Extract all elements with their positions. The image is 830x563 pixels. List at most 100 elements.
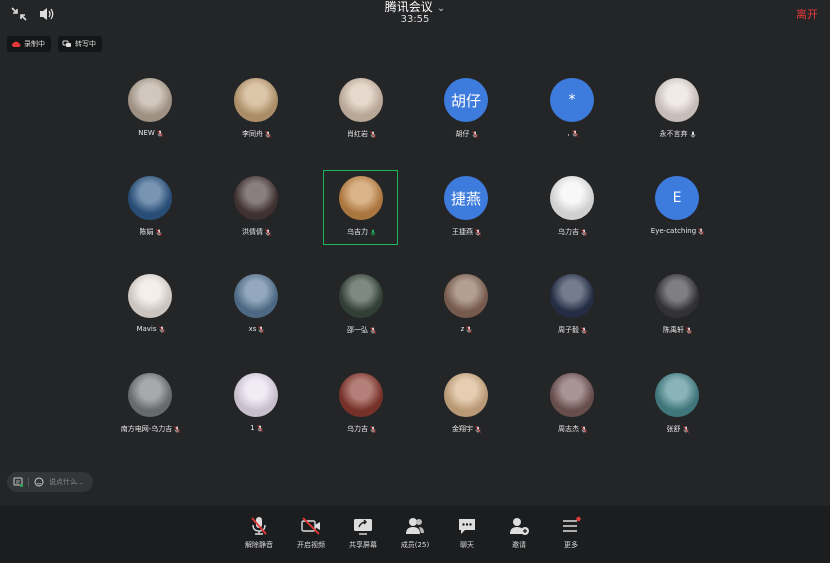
mic-muted-icon — [265, 228, 271, 236]
avatar[interactable] — [128, 78, 172, 122]
avatar[interactable] — [655, 373, 699, 417]
active-speaker-frame — [323, 170, 398, 245]
participant-tile[interactable]: 陈禹轩 — [625, 270, 730, 340]
participant-name-text: 永不言弃 — [659, 130, 688, 138]
mic-muted-icon — [155, 228, 162, 236]
participant-tile[interactable]: 金翔宇 — [414, 369, 519, 439]
participant-tile[interactable]: 捷燕王捷燕 — [414, 172, 519, 242]
avatar[interactable] — [444, 373, 488, 417]
participant-tile[interactable]: Mavis — [98, 270, 203, 340]
emoji-icon[interactable] — [34, 477, 44, 487]
participant-name-text: 李同舟 — [242, 130, 263, 138]
participant-tile[interactable]: xs — [204, 270, 309, 340]
transcribing-badge[interactable]: 转写中 — [58, 36, 102, 52]
participant-tile[interactable]: 张舒 — [625, 369, 730, 439]
avatar-photo — [444, 274, 488, 318]
participant-name: 李同舟 — [204, 129, 309, 139]
avatar[interactable] — [339, 373, 383, 417]
mic-muted-icon — [370, 130, 376, 138]
avatar[interactable] — [339, 78, 383, 122]
avatar[interactable] — [550, 274, 594, 318]
chat-button[interactable]: 聊天 — [437, 516, 497, 550]
avatar[interactable]: E — [655, 176, 699, 220]
participant-name: NEW — [98, 129, 203, 137]
participant-name: 金翔宇 — [414, 424, 519, 434]
avatar[interactable] — [234, 373, 278, 417]
participant-tile[interactable]: 陈娟 — [98, 172, 203, 242]
recording-badge[interactable]: 录制中 — [7, 36, 51, 52]
unmute-button[interactable]: 解除静音 — [229, 516, 289, 550]
avatar[interactable] — [234, 274, 278, 318]
participant-tile[interactable]: z — [414, 270, 519, 340]
participant-name: 1 — [204, 424, 309, 432]
participant-name-text: 陈禹轩 — [663, 326, 684, 334]
participant-name-text: 张舒 — [666, 425, 681, 433]
participant-name-text: 金翔宇 — [452, 425, 473, 433]
participant-name-text: Eye-catching — [650, 227, 697, 235]
participant-name-text: 南方电网-乌力吉 — [120, 425, 173, 433]
participant-tile[interactable]: 周子毅 — [520, 270, 625, 340]
participant-tile[interactable]: 洪倩倩 — [204, 172, 309, 242]
mic-muted-icon — [571, 129, 578, 137]
avatar[interactable] — [128, 176, 172, 220]
mic-icon — [690, 131, 695, 138]
participant-name-text: 乌力吉 — [558, 228, 579, 236]
participant-name: 王捷燕 — [414, 227, 519, 237]
participant-tile[interactable]: 周志杰 — [520, 369, 625, 439]
share-screen-button[interactable]: 共享屏幕 — [333, 516, 393, 550]
avatar[interactable] — [234, 176, 278, 220]
avatar-photo — [128, 176, 172, 220]
participant-name: 胡仔 — [414, 129, 519, 139]
avatar[interactable]: 捷燕 — [444, 176, 488, 220]
more-button[interactable]: 更多 — [541, 516, 601, 550]
participant-name-text: 1 — [250, 424, 255, 432]
chat-input-bar[interactable]: 说点什么... — [7, 472, 93, 492]
participant-tile[interactable]: *, — [520, 74, 625, 144]
participant-name: xs — [204, 325, 309, 333]
participant-name-text: xs — [248, 325, 257, 333]
mic-muted-icon — [258, 325, 265, 333]
invite-button[interactable]: 邀请 — [489, 516, 549, 550]
avatar[interactable] — [444, 274, 488, 318]
participant-name-text: 周志杰 — [558, 425, 579, 433]
avatar[interactable]: * — [550, 78, 594, 122]
participant-tile[interactable]: 李同舟 — [204, 74, 309, 144]
avatar[interactable] — [339, 274, 383, 318]
mic-muted-icon — [581, 425, 587, 433]
participant-name: 张舒 — [625, 424, 730, 434]
participant-tile[interactable]: 永不言弃 — [625, 74, 730, 144]
avatar[interactable]: 胡仔 — [444, 78, 488, 122]
message-list-icon[interactable] — [13, 477, 23, 487]
avatar[interactable] — [655, 274, 699, 318]
start-video-button[interactable]: 开启视频 — [281, 516, 341, 550]
participant-tile[interactable]: 乌力吉 — [520, 172, 625, 242]
avatar[interactable] — [128, 274, 172, 318]
avatar[interactable] — [128, 373, 172, 417]
leave-button[interactable]: 离开 — [796, 6, 818, 22]
mic-muted-icon — [698, 227, 704, 235]
participant-tile[interactable]: 胡仔 胡仔 — [414, 74, 519, 144]
avatar[interactable] — [655, 78, 699, 122]
participant-tile[interactable]: 肖红岩 — [309, 74, 414, 144]
participant-tile[interactable]: E Eye-catching — [625, 172, 730, 242]
avatar[interactable] — [550, 373, 594, 417]
participant-name-text: 王捷燕 — [452, 228, 473, 236]
participant-name-text: 肖红岩 — [347, 130, 368, 138]
chat-input[interactable]: 说点什么... — [49, 477, 84, 487]
members-icon — [406, 518, 424, 534]
participant-name: 乌力吉 — [309, 424, 414, 434]
avatar[interactable] — [550, 176, 594, 220]
participant-tile[interactable]: 邵一弘 — [309, 270, 414, 340]
members-button[interactable]: 成员(25) — [385, 516, 445, 550]
participant-tile[interactable]: 南方电网-乌力吉 — [98, 369, 203, 439]
avatar-photo — [550, 176, 594, 220]
participant-tile[interactable]: 1 — [204, 369, 309, 439]
mic-muted-icon — [158, 325, 165, 333]
video-off-icon — [301, 517, 320, 535]
avatar-photo — [234, 373, 278, 417]
participant-tile[interactable]: 乌力吉 — [309, 369, 414, 439]
cloud-record-icon — [12, 41, 21, 47]
participant-tile[interactable]: NEW — [98, 74, 203, 144]
avatar[interactable] — [234, 78, 278, 122]
mic-muted-icon — [471, 130, 478, 138]
